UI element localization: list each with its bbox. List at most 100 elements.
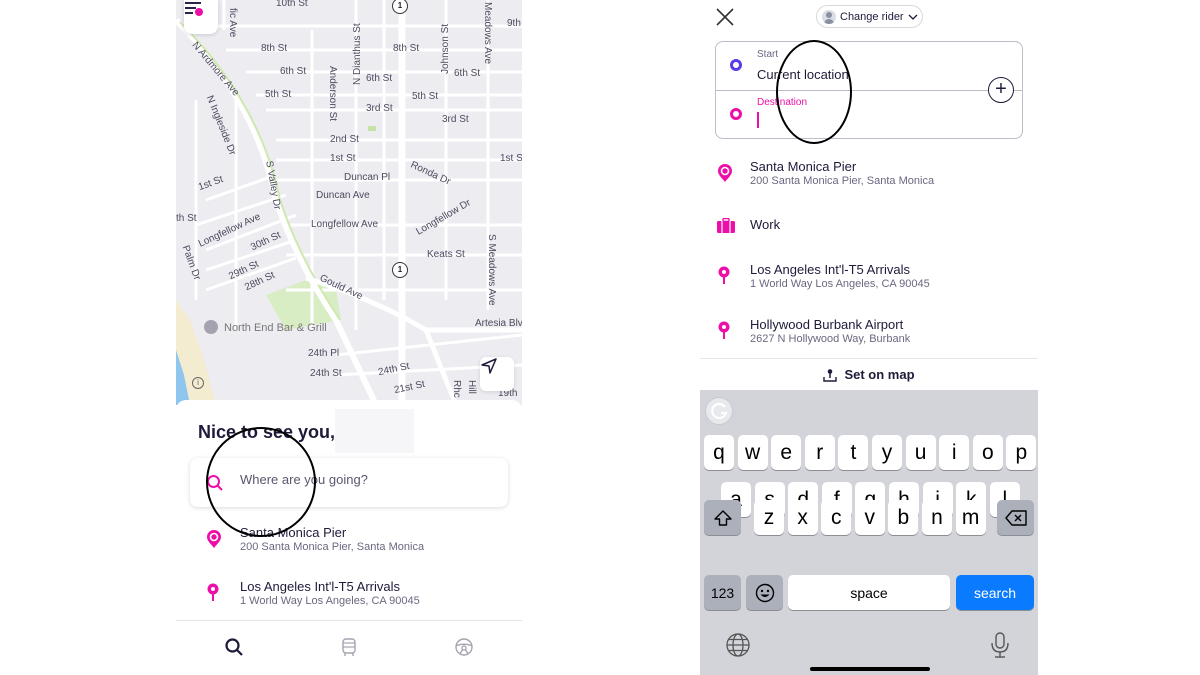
suggestion-title: Los Angeles Int'l-T5 Arrivals: [750, 262, 910, 277]
destination-search-input[interactable]: [240, 472, 480, 487]
map-label: S Meadows Ave: [486, 234, 497, 306]
drive-tab[interactable]: [452, 635, 476, 659]
key-n[interactable]: n: [922, 500, 952, 535]
key-w[interactable]: w: [737, 435, 768, 470]
key-z[interactable]: z: [754, 500, 784, 535]
map-pin-drop-icon: [823, 368, 838, 382]
search-icon: [225, 638, 243, 656]
location-pin-icon: [718, 321, 730, 339]
map-label: Hill: [466, 380, 477, 394]
key-p[interactable]: p: [1006, 435, 1037, 470]
location-pin-icon: [718, 266, 730, 284]
microphone-icon[interactable]: [990, 632, 1010, 658]
globe-icon[interactable]: [725, 632, 751, 658]
search-tab[interactable]: [222, 635, 246, 659]
onscreen-keyboard: qwertyuiop asdfghjkl zxcvbnm 123 space s…: [700, 390, 1038, 675]
map-label: 1st St: [500, 153, 522, 164]
map-view[interactable]: 10th St fic Ave 8th St 8th St 6th St 6th…: [176, 0, 522, 405]
change-rider-label: Change rider: [840, 10, 904, 23]
destination-search-box[interactable]: [190, 458, 508, 507]
suggestion-title: Santa Monica Pier: [750, 159, 857, 174]
avatar-icon: [822, 9, 836, 24]
suggestion-address: 1 World Way Los Angeles, CA 90045: [750, 278, 930, 290]
place-address: 1 World Way Los Angeles, CA 90045: [240, 595, 420, 607]
map-label: 6th St: [366, 73, 393, 84]
map-label: 5th St: [412, 91, 439, 102]
start-dot-icon: [730, 59, 742, 71]
suggestion-item[interactable]: Hollywood Burbank Airport 2627 N Hollywo…: [700, 317, 1038, 361]
key-m[interactable]: m: [955, 500, 986, 535]
emoji-key[interactable]: [746, 575, 783, 610]
key-e[interactable]: e: [771, 435, 802, 470]
recent-place-item[interactable]: Santa Monica Pier 200 Santa Monica Pier,…: [176, 525, 522, 569]
map-label: 3rd St: [366, 103, 393, 114]
bottom-navigation: [176, 620, 522, 675]
navigation-arrow-icon: [481, 358, 497, 374]
map-label: 8th St: [261, 43, 288, 54]
key-u[interactable]: u: [905, 435, 936, 470]
key-x[interactable]: x: [787, 500, 818, 535]
space-key[interactable]: space: [788, 575, 950, 610]
destination-label: Destination: [757, 97, 808, 108]
key-r[interactable]: r: [804, 435, 835, 470]
start-location-field[interactable]: Current location: [757, 67, 849, 82]
recent-place-item[interactable]: Los Angeles Int'l-T5 Arrivals 1 World Wa…: [176, 579, 522, 623]
key-q[interactable]: q: [704, 435, 734, 470]
key-y[interactable]: y: [872, 435, 902, 470]
start-label: Start: [757, 49, 779, 60]
key-c[interactable]: c: [821, 500, 852, 535]
route-input-box: Start Current location Destination +: [715, 41, 1023, 139]
suggestion-item[interactable]: Santa Monica Pier 200 Santa Monica Pier,…: [700, 159, 1038, 203]
destination-search-screen: Change rider Start Current location Dest…: [700, 0, 1038, 675]
map-label: 1st St: [330, 153, 356, 164]
map-label: North End Bar & Grill: [224, 322, 327, 334]
info-icon[interactable]: i: [192, 377, 204, 389]
steering-wheel-icon: [455, 638, 473, 656]
destination-dot-icon: [730, 108, 742, 120]
set-on-map-button[interactable]: Set on map: [700, 358, 1038, 390]
route-shield-icon: 1: [392, 262, 408, 278]
plus-icon: +: [995, 78, 1007, 100]
landmark-pin-icon: [207, 530, 221, 548]
key-o[interactable]: o: [972, 435, 1003, 470]
add-stop-button[interactable]: +: [988, 77, 1014, 103]
suggestion-address: 2627 N Hollywood Way, Burbank: [750, 333, 911, 345]
map-label: 6th St: [454, 68, 481, 79]
emoji-icon: [755, 583, 774, 602]
numbers-key[interactable]: 123: [704, 575, 741, 610]
destination-input[interactable]: [757, 112, 957, 130]
shift-key[interactable]: [704, 500, 741, 535]
search-key[interactable]: search: [956, 575, 1034, 610]
small-park: [368, 126, 376, 131]
menu-button[interactable]: [184, 0, 218, 34]
map-label: Artesia Blvd: [475, 318, 522, 329]
suggestion-title: Hollywood Burbank Airport: [750, 317, 904, 332]
map-label: 5th St: [265, 89, 292, 100]
shift-icon: [713, 509, 732, 526]
map-label: Rhc: [451, 380, 462, 398]
key-v[interactable]: v: [854, 500, 885, 535]
menu-icon: [185, 2, 203, 16]
backspace-icon: [1004, 509, 1027, 526]
key-t[interactable]: t: [838, 435, 869, 470]
map-label: fic Ave: [227, 8, 238, 38]
divider: [716, 90, 1022, 91]
close-icon[interactable]: [714, 6, 736, 28]
suggestion-item[interactable]: Work: [700, 217, 1038, 261]
transit-tab[interactable]: [337, 635, 361, 659]
backspace-key[interactable]: [997, 500, 1034, 535]
recenter-location-button[interactable]: [480, 357, 514, 391]
chevron-down-icon: [908, 14, 918, 20]
map-label: Meadows Ave: [482, 2, 493, 65]
grammarly-icon[interactable]: [705, 397, 733, 425]
briefcase-icon: [717, 218, 735, 233]
landmark-pin-icon: [718, 164, 732, 182]
key-i[interactable]: i: [939, 435, 970, 470]
key-b[interactable]: b: [888, 500, 919, 535]
map-label: Duncan Ave: [316, 190, 370, 201]
redacted-user-name: [335, 409, 414, 453]
map-label: Duncan Pl: [344, 172, 391, 183]
map-label: th St: [176, 213, 197, 224]
suggestion-item[interactable]: Los Angeles Int'l-T5 Arrivals 1 World Wa…: [700, 262, 1038, 306]
change-rider-button[interactable]: Change rider: [816, 5, 923, 28]
